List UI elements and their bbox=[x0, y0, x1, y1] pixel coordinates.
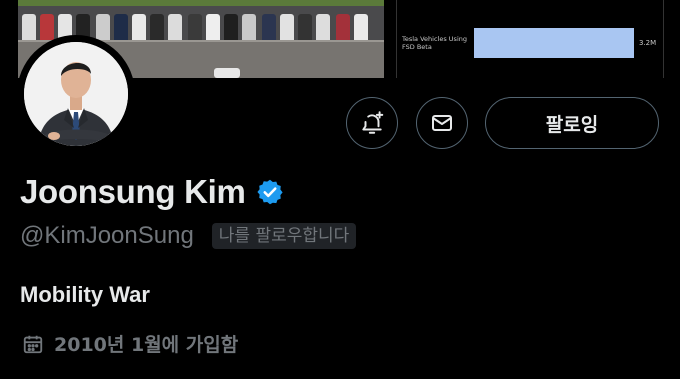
avatar[interactable] bbox=[24, 42, 128, 146]
name-row: Joonsung Kim bbox=[20, 172, 284, 212]
following-button[interactable]: 팔로잉 bbox=[485, 97, 659, 149]
chart-bar bbox=[474, 28, 634, 58]
display-name: Joonsung Kim bbox=[20, 173, 246, 210]
banner-chart: Tesla Vehicles Using FSD Beta 3.2M bbox=[396, 0, 664, 78]
envelope-icon bbox=[432, 115, 452, 131]
following-label: 팔로잉 bbox=[545, 113, 599, 136]
joined-row: 2010년 1월에 가입함 bbox=[22, 330, 238, 357]
profile-bio: Mobility War bbox=[20, 282, 150, 307]
chart-label: Tesla Vehicles Using FSD Beta bbox=[402, 35, 467, 51]
handle-row: @KimJoonSung 나를 팔로우합니다 bbox=[20, 222, 357, 250]
user-handle: @KimJoonSung bbox=[20, 222, 194, 249]
chart-value: 3.2M bbox=[639, 39, 657, 47]
follows-you-badge: 나를 팔로우합니다 bbox=[211, 223, 357, 249]
verified-badge-icon[interactable] bbox=[256, 178, 284, 206]
calendar-icon bbox=[23, 335, 43, 353]
notify-button[interactable] bbox=[346, 97, 398, 149]
message-button[interactable] bbox=[416, 97, 468, 149]
joined-date: 2010년 1월에 가입함 bbox=[54, 334, 239, 356]
bell-plus-icon bbox=[362, 111, 384, 134]
